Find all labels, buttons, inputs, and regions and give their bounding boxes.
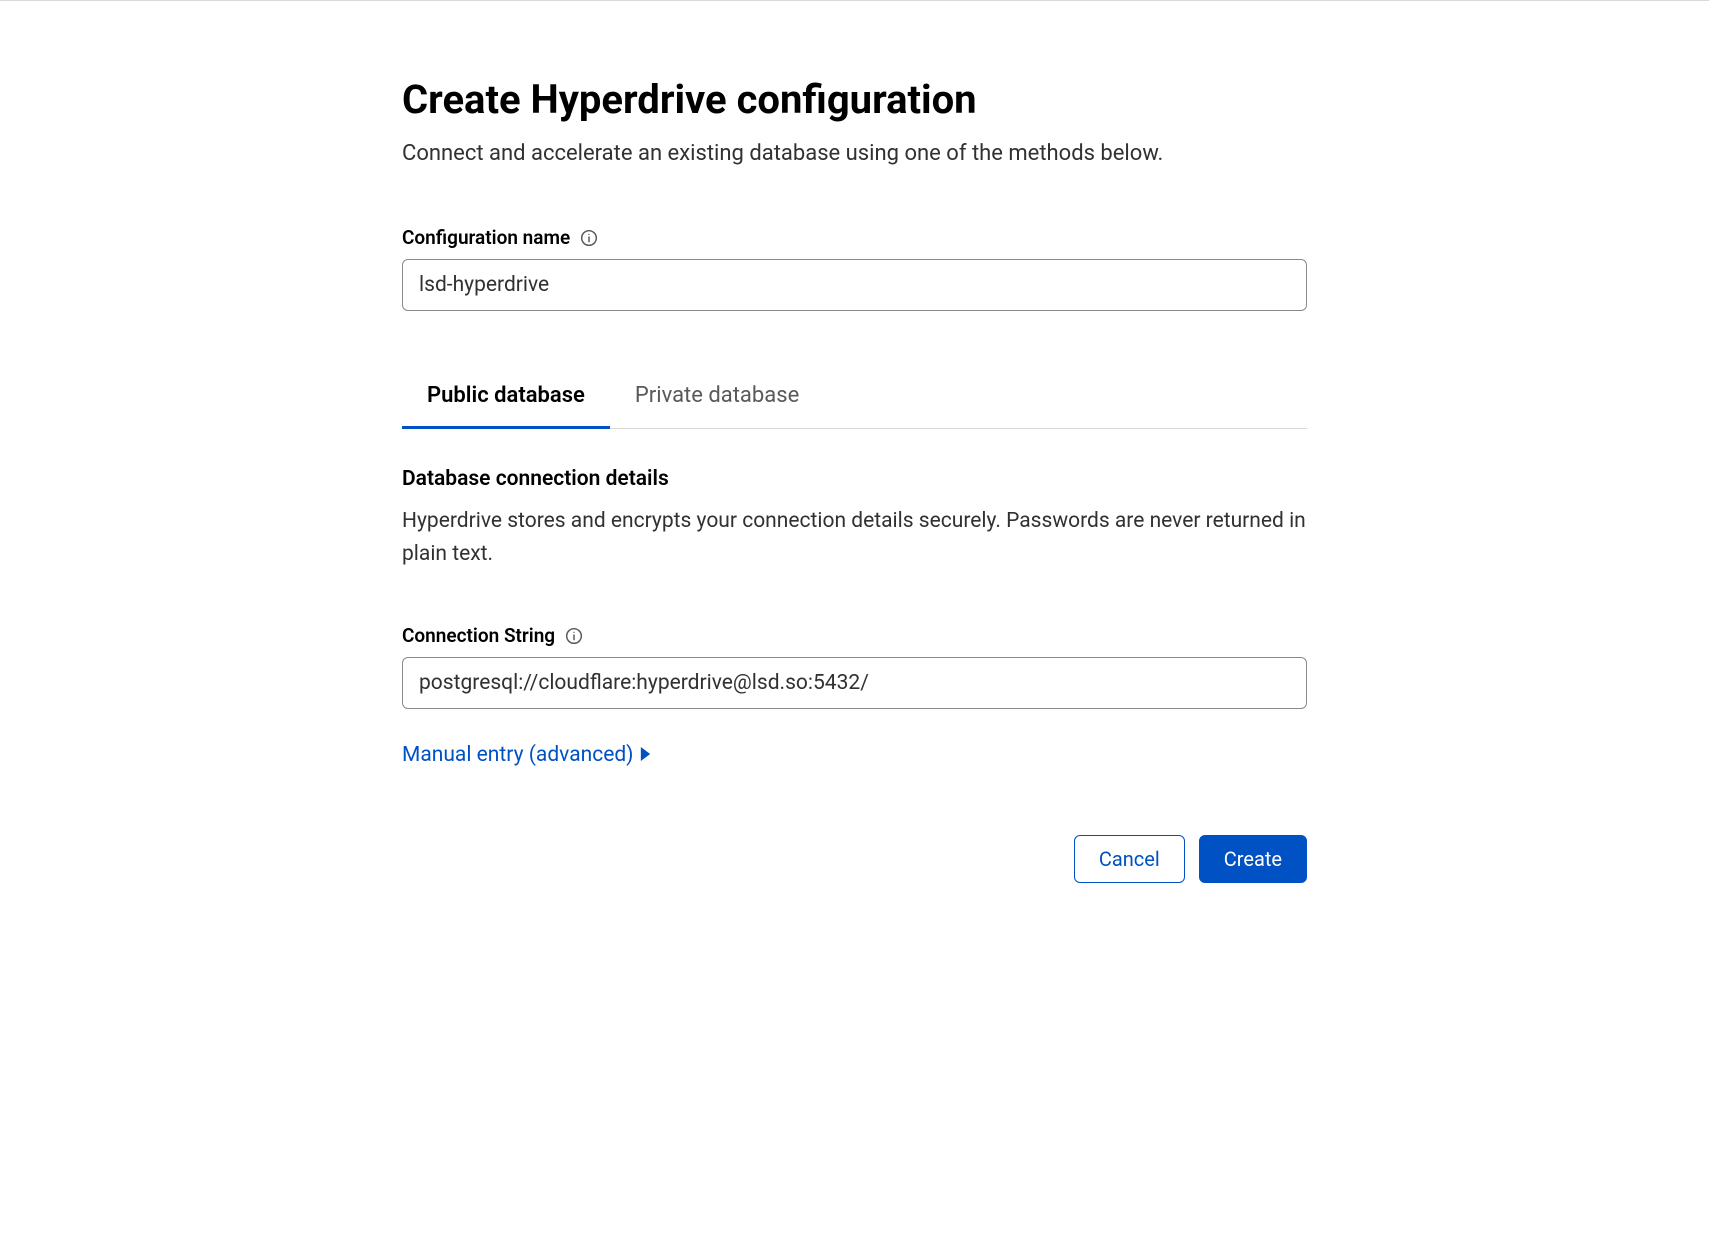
tab-public-database[interactable]: Public database	[402, 369, 610, 429]
manual-entry-label: Manual entry (advanced)	[402, 743, 634, 767]
connection-section-desc: Hyperdrive stores and encrypts your conn…	[402, 505, 1307, 570]
caret-right-icon	[640, 743, 651, 767]
connection-string-input[interactable]	[402, 657, 1307, 709]
db-tabs: Public database Private database	[402, 369, 1307, 429]
page-title: Create Hyperdrive configuration	[402, 76, 1307, 123]
connection-section-title: Database connection details	[402, 467, 1307, 491]
connection-string-label: Connection String	[402, 624, 555, 647]
config-name-label-row: Configuration name	[402, 226, 1307, 249]
config-name-label: Configuration name	[402, 226, 570, 249]
page-subtitle: Connect and accelerate an existing datab…	[402, 141, 1307, 166]
info-icon[interactable]	[565, 627, 583, 645]
tab-private-database[interactable]: Private database	[610, 369, 824, 429]
create-button[interactable]: Create	[1199, 835, 1307, 883]
info-icon[interactable]	[580, 229, 598, 247]
cancel-button[interactable]: Cancel	[1074, 835, 1185, 883]
manual-entry-link[interactable]: Manual entry (advanced)	[402, 743, 651, 767]
page-container: Create Hyperdrive configuration Connect …	[402, 1, 1307, 923]
button-row: Cancel Create	[402, 835, 1307, 883]
connection-string-label-row: Connection String	[402, 624, 1307, 647]
config-name-input[interactable]	[402, 259, 1307, 311]
